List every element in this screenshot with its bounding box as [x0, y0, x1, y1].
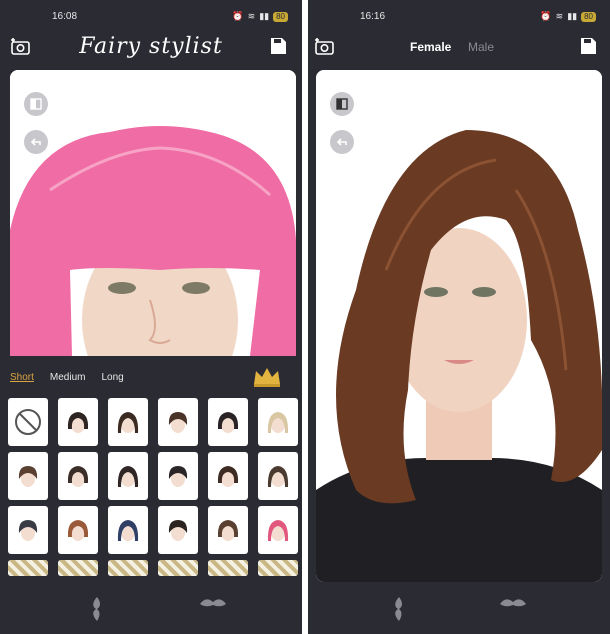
premium-hairstyle-option[interactable] [258, 560, 298, 576]
app-header: Female Male [308, 30, 610, 68]
hairstyle-option[interactable] [58, 506, 98, 554]
status-bar: 16:16 ⏰ ≋ ▮▮ 80 [308, 0, 610, 30]
tab-long[interactable]: Long [101, 372, 123, 383]
save-icon[interactable] [268, 36, 292, 60]
hairstyle-thumbnail [168, 412, 188, 433]
hairstyle-thumbnail [18, 466, 38, 487]
hairstyle-thumbnail [267, 412, 289, 433]
status-bar: 16:08 ⏰ ≋ ▮▮ 80 [0, 0, 302, 30]
premium-stripe [58, 560, 98, 576]
premium-hairstyle-option[interactable] [208, 560, 248, 576]
hairstyle-option[interactable] [158, 506, 198, 554]
alarm-icon: ⏰ [232, 11, 244, 21]
photo-preview[interactable] [10, 70, 296, 356]
premium-hairstyle-option[interactable] [58, 560, 98, 576]
hairstyle-thumbnail [117, 520, 139, 541]
tab-female[interactable]: Female [410, 40, 451, 54]
undo-icon[interactable] [330, 130, 354, 154]
wifi-icon: ≋ [555, 11, 564, 21]
hairstyle-thumbnail [67, 412, 89, 433]
hairstyle-option[interactable] [58, 398, 98, 446]
crown-icon[interactable] [252, 366, 282, 393]
hairstyle-option[interactable] [8, 452, 48, 500]
app-title: Fairy stylist [79, 34, 223, 59]
mustache-icon[interactable] [498, 596, 526, 624]
hairstyle-option[interactable] [208, 506, 248, 554]
hairstyle-option[interactable] [258, 398, 298, 446]
hairstyle-thumbnail [267, 466, 289, 487]
hairstyle-grid [8, 398, 298, 576]
hairstyle-thumbnail [267, 520, 289, 541]
hairstyle-thumbnail [168, 520, 188, 541]
length-toolbar: Short Medium Long [0, 356, 302, 394]
no-style-option[interactable] [8, 398, 48, 446]
undo-icon[interactable] [24, 130, 48, 154]
face-with-hairstyle-image [316, 70, 602, 582]
hairstyle-thumbnail [67, 466, 89, 487]
right-phone-screen: 16:16 ⏰ ≋ ▮▮ 80 Female Male [308, 0, 610, 634]
flame-icon[interactable] [86, 596, 114, 624]
hairstyle-thumbnail [18, 520, 38, 541]
flame-icon[interactable] [388, 596, 416, 624]
bottom-nav [308, 582, 610, 634]
hairstyle-option[interactable] [8, 506, 48, 554]
bottom-nav [0, 582, 302, 634]
camera-plus-icon[interactable] [314, 36, 338, 60]
tab-medium[interactable]: Medium [50, 372, 86, 383]
hairstyle-option[interactable] [108, 398, 148, 446]
photo-preview[interactable] [316, 70, 602, 582]
status-icons: ⏰ ≋ ▮▮ 80 [540, 11, 596, 22]
premium-stripe [208, 560, 248, 576]
premium-hairstyle-option[interactable] [158, 560, 198, 576]
premium-stripe [108, 560, 148, 576]
compare-icon[interactable] [330, 92, 354, 116]
left-phone-screen: 16:08 ⏰ ≋ ▮▮ 80 Fairy stylist Short Medi… [0, 0, 302, 634]
battery-icon: 80 [581, 11, 596, 22]
hairstyle-option[interactable] [108, 506, 148, 554]
status-icons: ⏰ ≋ ▮▮ 80 [232, 11, 288, 22]
status-time: 16:16 [360, 11, 386, 22]
face-with-hairstyle-image [10, 70, 296, 356]
premium-stripe [8, 560, 48, 576]
app-header: Fairy stylist [0, 30, 302, 68]
hairstyle-option[interactable] [108, 452, 148, 500]
hairstyle-thumbnail [117, 412, 139, 433]
hairstyle-thumbnail [117, 466, 139, 487]
hairstyle-option[interactable] [208, 452, 248, 500]
signal-icon: ▮▮ [567, 11, 578, 21]
compare-icon[interactable] [24, 92, 48, 116]
hairstyle-option[interactable] [258, 506, 298, 554]
hairstyle-thumbnail [168, 466, 188, 487]
length-tabs: Short Medium Long [10, 372, 124, 383]
hairstyle-option[interactable] [158, 398, 198, 446]
tab-male[interactable]: Male [468, 40, 494, 54]
premium-stripe [258, 560, 298, 576]
hairstyle-option[interactable] [58, 452, 98, 500]
hairstyle-thumbnail [217, 412, 239, 433]
hairstyle-option[interactable] [258, 452, 298, 500]
hairstyle-option[interactable] [208, 398, 248, 446]
hairstyle-thumbnail [67, 520, 89, 541]
premium-hairstyle-option[interactable] [8, 560, 48, 576]
hairstyle-thumbnail [217, 520, 239, 541]
save-icon[interactable] [578, 36, 602, 60]
mustache-icon[interactable] [198, 596, 226, 624]
tab-short[interactable]: Short [10, 372, 34, 383]
premium-hairstyle-option[interactable] [108, 560, 148, 576]
signal-icon: ▮▮ [259, 11, 270, 21]
status-time: 16:08 [52, 11, 78, 22]
premium-stripe [158, 560, 198, 576]
no-style-icon [15, 409, 41, 435]
wifi-icon: ≋ [247, 11, 256, 21]
battery-icon: 80 [273, 11, 288, 22]
hairstyle-thumbnail [217, 466, 239, 487]
alarm-icon: ⏰ [540, 11, 552, 21]
hairstyle-option[interactable] [158, 452, 198, 500]
